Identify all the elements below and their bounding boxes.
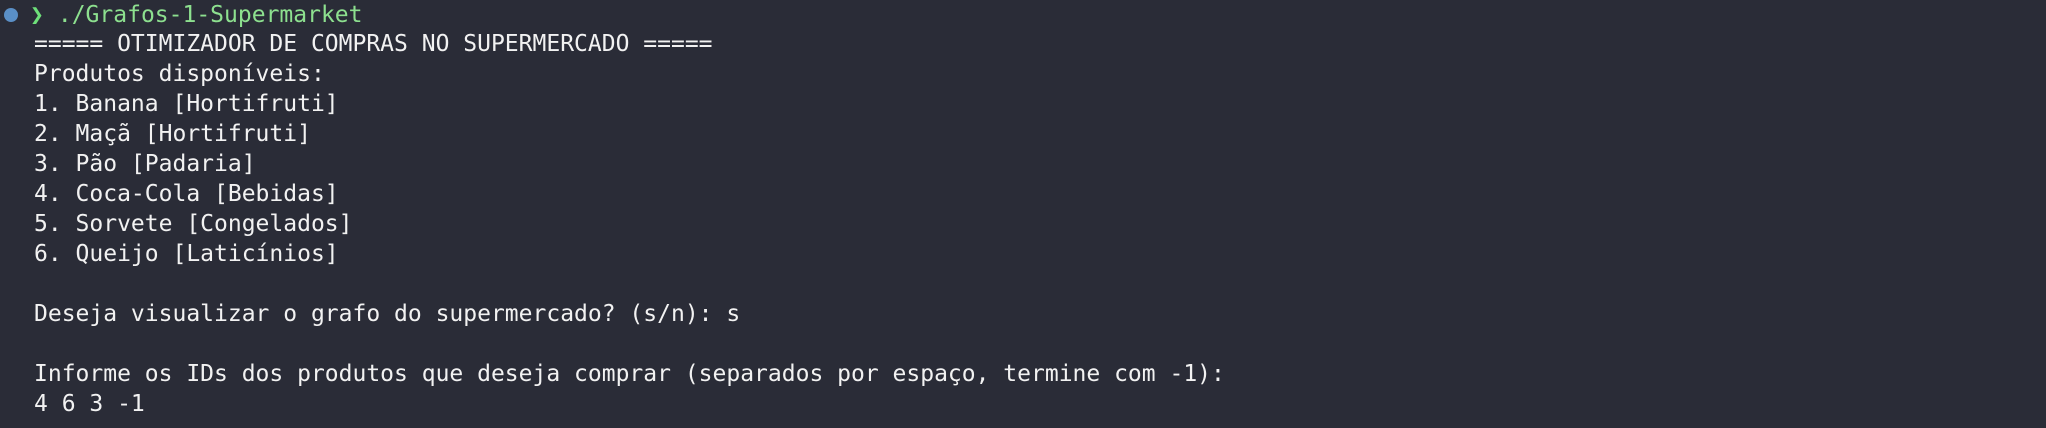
output-line-product-6: 6. Queijo [Laticínios]	[34, 241, 339, 267]
status-dot-icon	[4, 8, 18, 22]
output-line-product-5: 5. Sorvete [Congelados]	[34, 211, 353, 237]
output-line-blank	[34, 269, 1225, 299]
terminal-output: ===== OTIMIZADOR DE COMPRAS NO SUPERMERC…	[34, 29, 1225, 419]
prompt-line: ❯ ./Grafos-1-Supermarket	[0, 0, 363, 30]
output-line-user-input[interactable]: 4 6 3 -1	[34, 389, 1225, 419]
prompt-chevron-icon: ❯	[30, 2, 44, 28]
output-line-products-title: Produtos disponíveis:	[34, 61, 325, 87]
output-line-visualize-prompt: Deseja visualizar o grafo do supermercad…	[34, 301, 741, 327]
terminal-window[interactable]: ❯ ./Grafos-1-Supermarket ===== OTIMIZADO…	[0, 0, 2046, 428]
output-line-header: ===== OTIMIZADOR DE COMPRAS NO SUPERMERC…	[34, 31, 713, 57]
output-line-product-4: 4. Coca-Cola [Bebidas]	[34, 181, 339, 207]
output-line-product-3: 3. Pão [Padaria]	[34, 151, 256, 177]
command-text: ./Grafos-1-Supermarket	[57, 2, 363, 28]
output-line-product-2: 2. Maçã [Hortifruti]	[34, 121, 311, 147]
output-line-ids-prompt: Informe os IDs dos produtos que deseja c…	[34, 361, 1225, 387]
output-line-blank	[34, 329, 1225, 359]
output-line-product-1: 1. Banana [Hortifruti]	[34, 91, 339, 117]
